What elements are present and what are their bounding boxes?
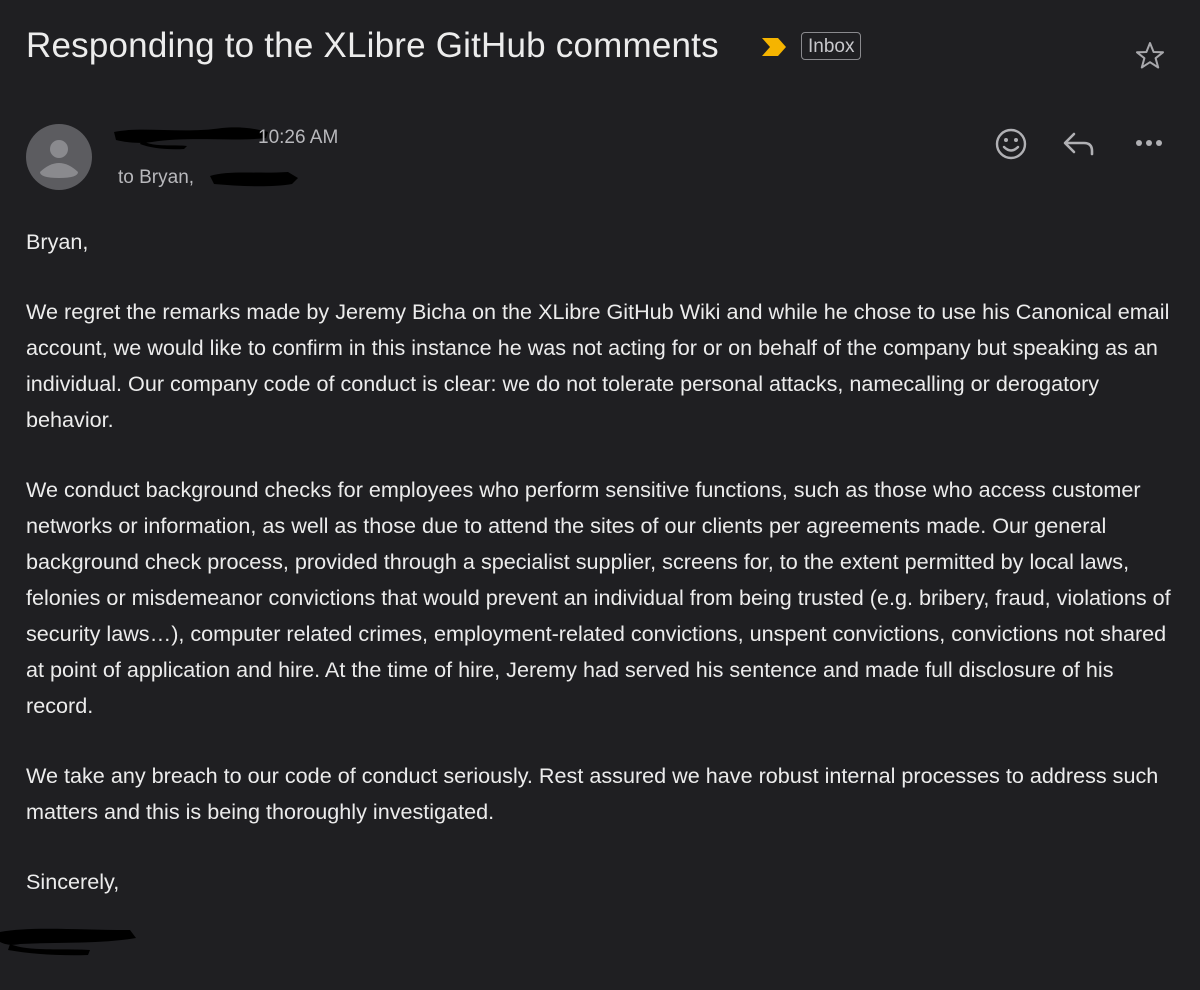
more-options-button[interactable] — [1128, 124, 1170, 164]
recipients[interactable]: to Bryan, — [118, 167, 194, 189]
person-icon — [40, 140, 78, 178]
reply-icon — [1063, 132, 1094, 156]
greeting: Bryan, — [26, 229, 89, 254]
message-time: 10:26 AM — [258, 127, 339, 148]
signature-redacted — [0, 928, 136, 956]
inbox-label[interactable]: Inbox — [801, 32, 862, 60]
paragraph: We take any breach to our code of conduc… — [26, 763, 1159, 824]
closing: Sincerely, — [26, 869, 120, 894]
paragraph: We regret the remarks made by Jeremy Bic… — [26, 299, 1170, 432]
importance-marker-icon[interactable] — [760, 36, 788, 58]
email-subject: Responding to the XLibre GitHub comments — [26, 26, 719, 65]
recipient-redacted — [210, 172, 298, 187]
subject-row: Responding to the XLibre GitHub comments… — [26, 22, 1170, 74]
emoji-reaction-button[interactable] — [990, 124, 1032, 164]
message-body: Bryan, We regret the remarks made by Jer… — [26, 224, 1176, 934]
more-icon — [1136, 140, 1162, 146]
emoji-icon — [995, 128, 1027, 160]
star-icon[interactable] — [1134, 40, 1166, 72]
sender-name-redacted — [114, 127, 268, 150]
reply-button[interactable] — [1058, 124, 1100, 164]
paragraph: We conduct background checks for employe… — [26, 477, 1171, 718]
sender-avatar[interactable] — [26, 124, 92, 190]
